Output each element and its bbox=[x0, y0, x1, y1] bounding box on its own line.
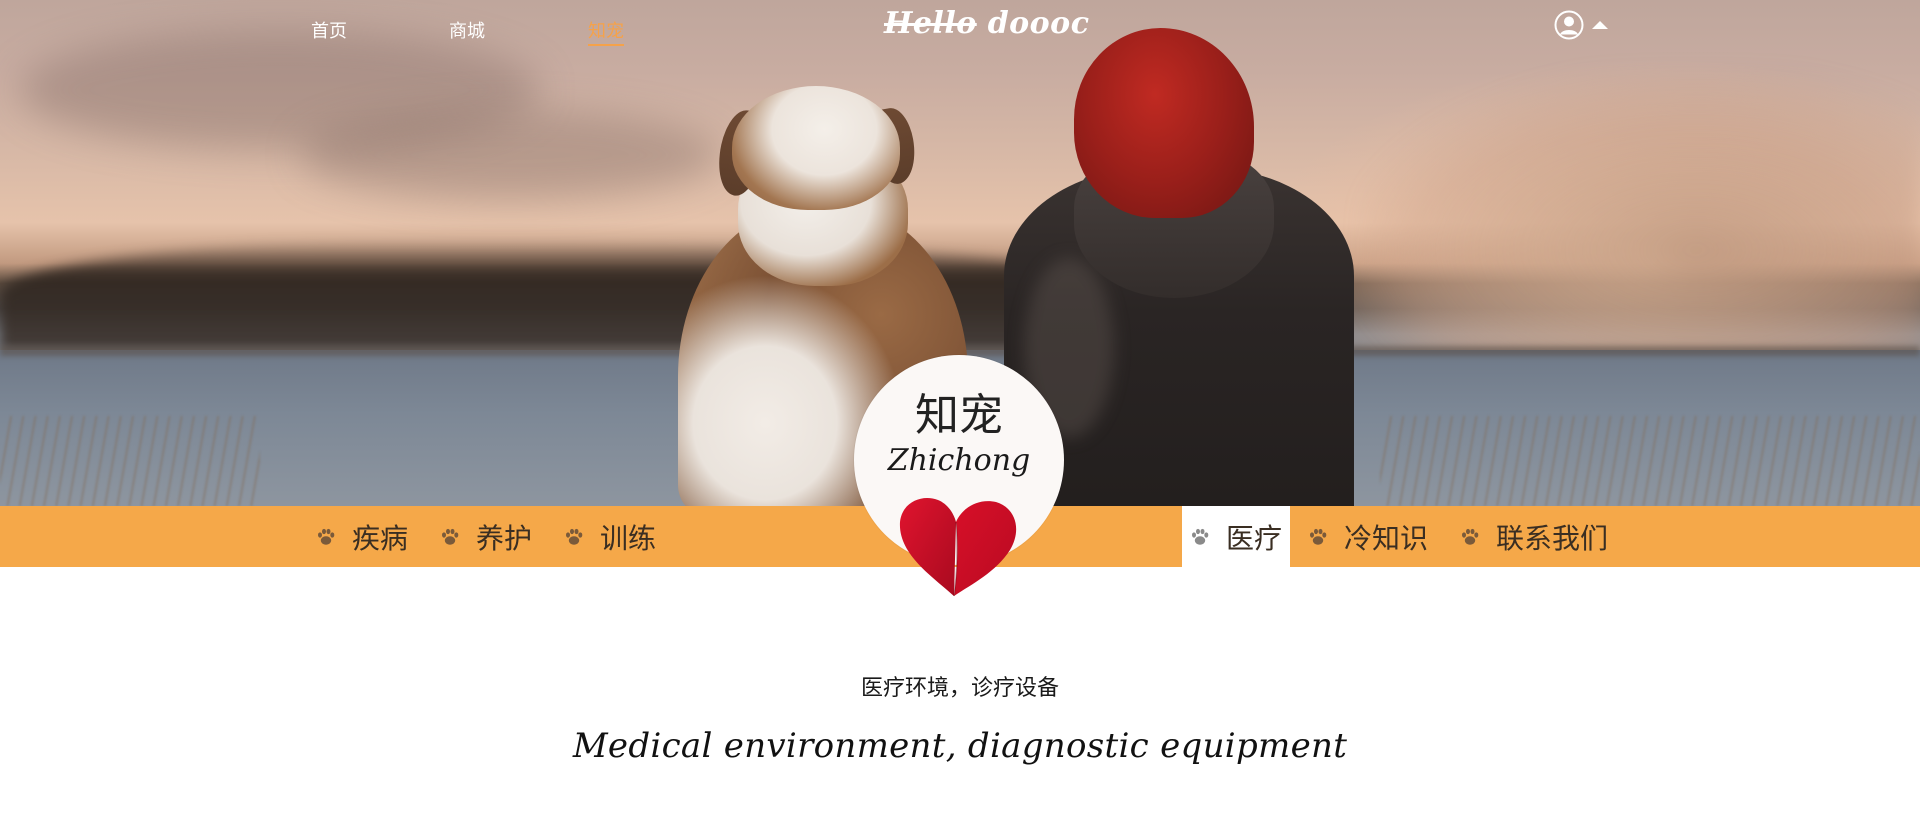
nav-link-home[interactable]: 首页 bbox=[311, 17, 347, 43]
category-contact[interactable]: 联系我们 bbox=[1460, 506, 1608, 567]
category-label: 训练 bbox=[600, 521, 657, 555]
caret-up-icon bbox=[1592, 21, 1608, 29]
paw-icon bbox=[1310, 528, 1327, 545]
emblem-subtitle: Zhichong bbox=[887, 443, 1031, 478]
paw-icon bbox=[1462, 528, 1479, 545]
category-label: 疾病 bbox=[352, 521, 409, 555]
user-menu[interactable] bbox=[1552, 8, 1614, 44]
section-title-chinese: 医疗环境，诊疗设备 bbox=[860, 676, 1059, 701]
woman-hair bbox=[1074, 28, 1254, 218]
category-training[interactable]: 训练 bbox=[564, 506, 656, 567]
emblem-title: 知宠 bbox=[915, 390, 1003, 441]
category-trivia[interactable]: 冷知识 bbox=[1308, 506, 1428, 567]
section-title-english: Medical environment, diagnostic equipmen… bbox=[572, 726, 1348, 766]
category-label: 冷知识 bbox=[1344, 521, 1429, 555]
category-label: 养护 bbox=[476, 521, 533, 555]
logo-word-doooc: doooc bbox=[987, 6, 1090, 41]
nav-link-shop[interactable]: 商城 bbox=[449, 17, 485, 43]
nav-link-zhichong[interactable]: 知宠 bbox=[588, 17, 624, 46]
paw-icon bbox=[442, 528, 459, 545]
cloud bbox=[300, 110, 720, 200]
category-medical[interactable]: 医疗 bbox=[1182, 506, 1291, 567]
reeds bbox=[0, 416, 260, 506]
paw-icon bbox=[318, 528, 335, 545]
logo-word-hello: Hello bbox=[884, 6, 977, 41]
dog-head bbox=[732, 86, 900, 210]
category-label: 联系我们 bbox=[1496, 521, 1609, 555]
reeds bbox=[1380, 416, 1920, 506]
category-care[interactable]: 养护 bbox=[440, 506, 532, 567]
site-logo[interactable]: Hello doooc bbox=[884, 6, 1089, 41]
category-label: 医疗 bbox=[1226, 521, 1283, 555]
paw-icon bbox=[1192, 528, 1209, 545]
top-navigation: 首页 商城 知宠 Hello doooc bbox=[0, 0, 1920, 56]
misty-trees bbox=[1360, 70, 1920, 370]
user-avatar-icon bbox=[1554, 10, 1584, 40]
category-disease[interactable]: 疾病 bbox=[316, 506, 408, 567]
heart-icon bbox=[899, 498, 1017, 597]
paw-icon bbox=[566, 528, 583, 545]
